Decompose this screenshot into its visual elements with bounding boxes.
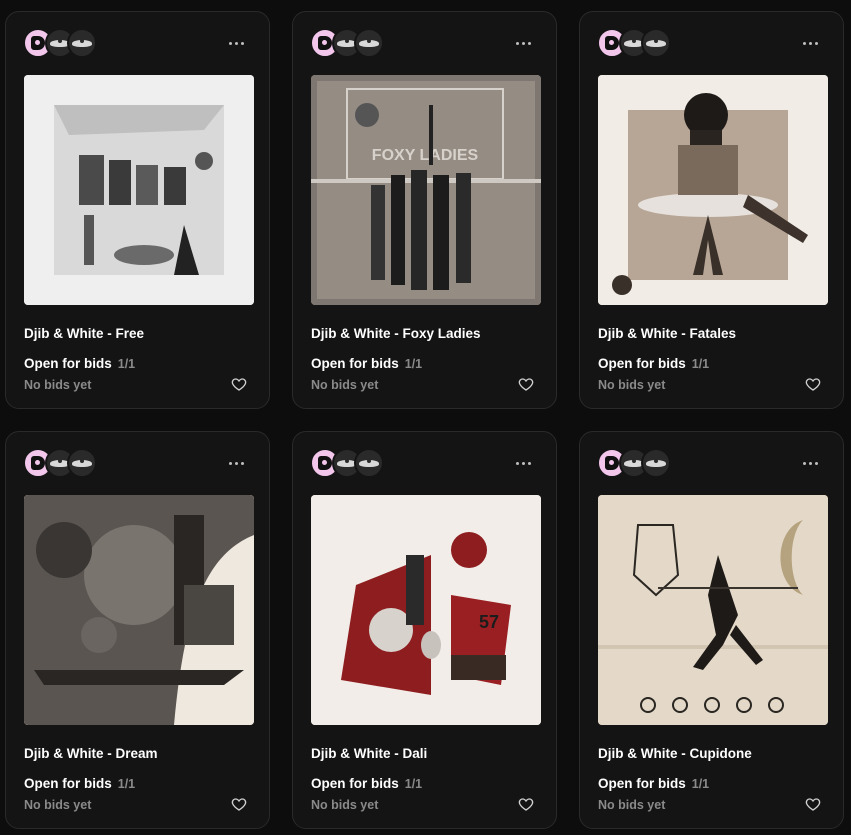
nft-card[interactable]: Djib & White - Fatales Open for bids 1/1 … [579,11,844,409]
bid-info: No bids yet [311,798,379,812]
sale-status-label: Open for bids [311,356,399,371]
more-options-icon[interactable] [803,462,819,466]
mustache-avatar-icon[interactable] [641,448,671,478]
nft-card[interactable]: Djib & White - Free Open for bids 1/1 No … [5,11,270,409]
edition-count: 1/1 [117,777,136,791]
nft-title[interactable]: Djib & White - Dali [311,746,427,761]
nft-title[interactable]: Djib & White - Fatales [598,326,736,341]
owner-avatars [597,448,697,478]
artwork-text: 57 [479,612,499,632]
artwork-image[interactable]: FOXY LADIES [311,75,541,305]
sale-status: Open for bids 1/1 [311,356,422,371]
bid-info: No bids yet [24,378,92,392]
nft-title[interactable]: Djib & White - Cupidone [598,746,752,761]
more-options-icon[interactable] [803,42,819,46]
sale-status-label: Open for bids [24,356,112,371]
edition-count: 1/1 [691,357,710,371]
edition-count: 1/1 [691,777,710,791]
mustache-avatar-icon[interactable] [67,28,97,58]
heart-icon[interactable] [518,376,534,392]
nft-title[interactable]: Djib & White - Free [24,326,144,341]
more-options-icon[interactable] [516,42,532,46]
heart-icon[interactable] [231,796,247,812]
sale-status: Open for bids 1/1 [598,356,709,371]
artwork-text: FOXY LADIES [372,147,479,164]
nft-title[interactable]: Djib & White - Foxy Ladies [311,326,481,341]
sale-status: Open for bids 1/1 [598,776,709,791]
artwork-image[interactable] [598,495,828,725]
edition-count: 1/1 [404,357,423,371]
sale-status: Open for bids 1/1 [311,776,422,791]
edition-count: 1/1 [404,777,423,791]
heart-icon[interactable] [805,796,821,812]
edition-count: 1/1 [117,357,136,371]
artwork-image[interactable] [598,75,828,305]
artwork-image[interactable] [24,495,254,725]
heart-icon[interactable] [805,376,821,392]
more-options-icon[interactable] [229,462,245,466]
nft-card[interactable]: Djib & White - Dream Open for bids 1/1 No… [5,431,270,829]
bid-info: No bids yet [598,378,666,392]
bid-info: No bids yet [598,798,666,812]
bid-info: No bids yet [24,798,92,812]
more-options-icon[interactable] [516,462,532,466]
sale-status-label: Open for bids [598,356,686,371]
owner-avatars [23,448,123,478]
more-options-icon[interactable] [229,42,245,46]
bid-info: No bids yet [311,378,379,392]
nft-card[interactable]: Djib & White - Cupidone Open for bids 1/1… [579,431,844,829]
nft-title[interactable]: Djib & White - Dream [24,746,158,761]
sale-status-label: Open for bids [24,776,112,791]
mustache-avatar-icon[interactable] [67,448,97,478]
artwork-image[interactable]: 57 [311,495,541,725]
heart-icon[interactable] [231,376,247,392]
owner-avatars [23,28,123,58]
artwork-image[interactable] [24,75,254,305]
nft-card[interactable]: 57 Djib & White - Dali Open for bids 1/1 … [292,431,557,829]
sale-status: Open for bids 1/1 [24,776,135,791]
mustache-avatar-icon[interactable] [641,28,671,58]
owner-avatars [597,28,697,58]
sale-status-label: Open for bids [598,776,686,791]
mustache-avatar-icon[interactable] [354,28,384,58]
owner-avatars [310,28,410,58]
heart-icon[interactable] [518,796,534,812]
sale-status-label: Open for bids [311,776,399,791]
sale-status: Open for bids 1/1 [24,356,135,371]
nft-card[interactable]: FOXY LADIES Djib & White - Foxy Ladies O… [292,11,557,409]
mustache-avatar-icon[interactable] [354,448,384,478]
owner-avatars [310,448,410,478]
